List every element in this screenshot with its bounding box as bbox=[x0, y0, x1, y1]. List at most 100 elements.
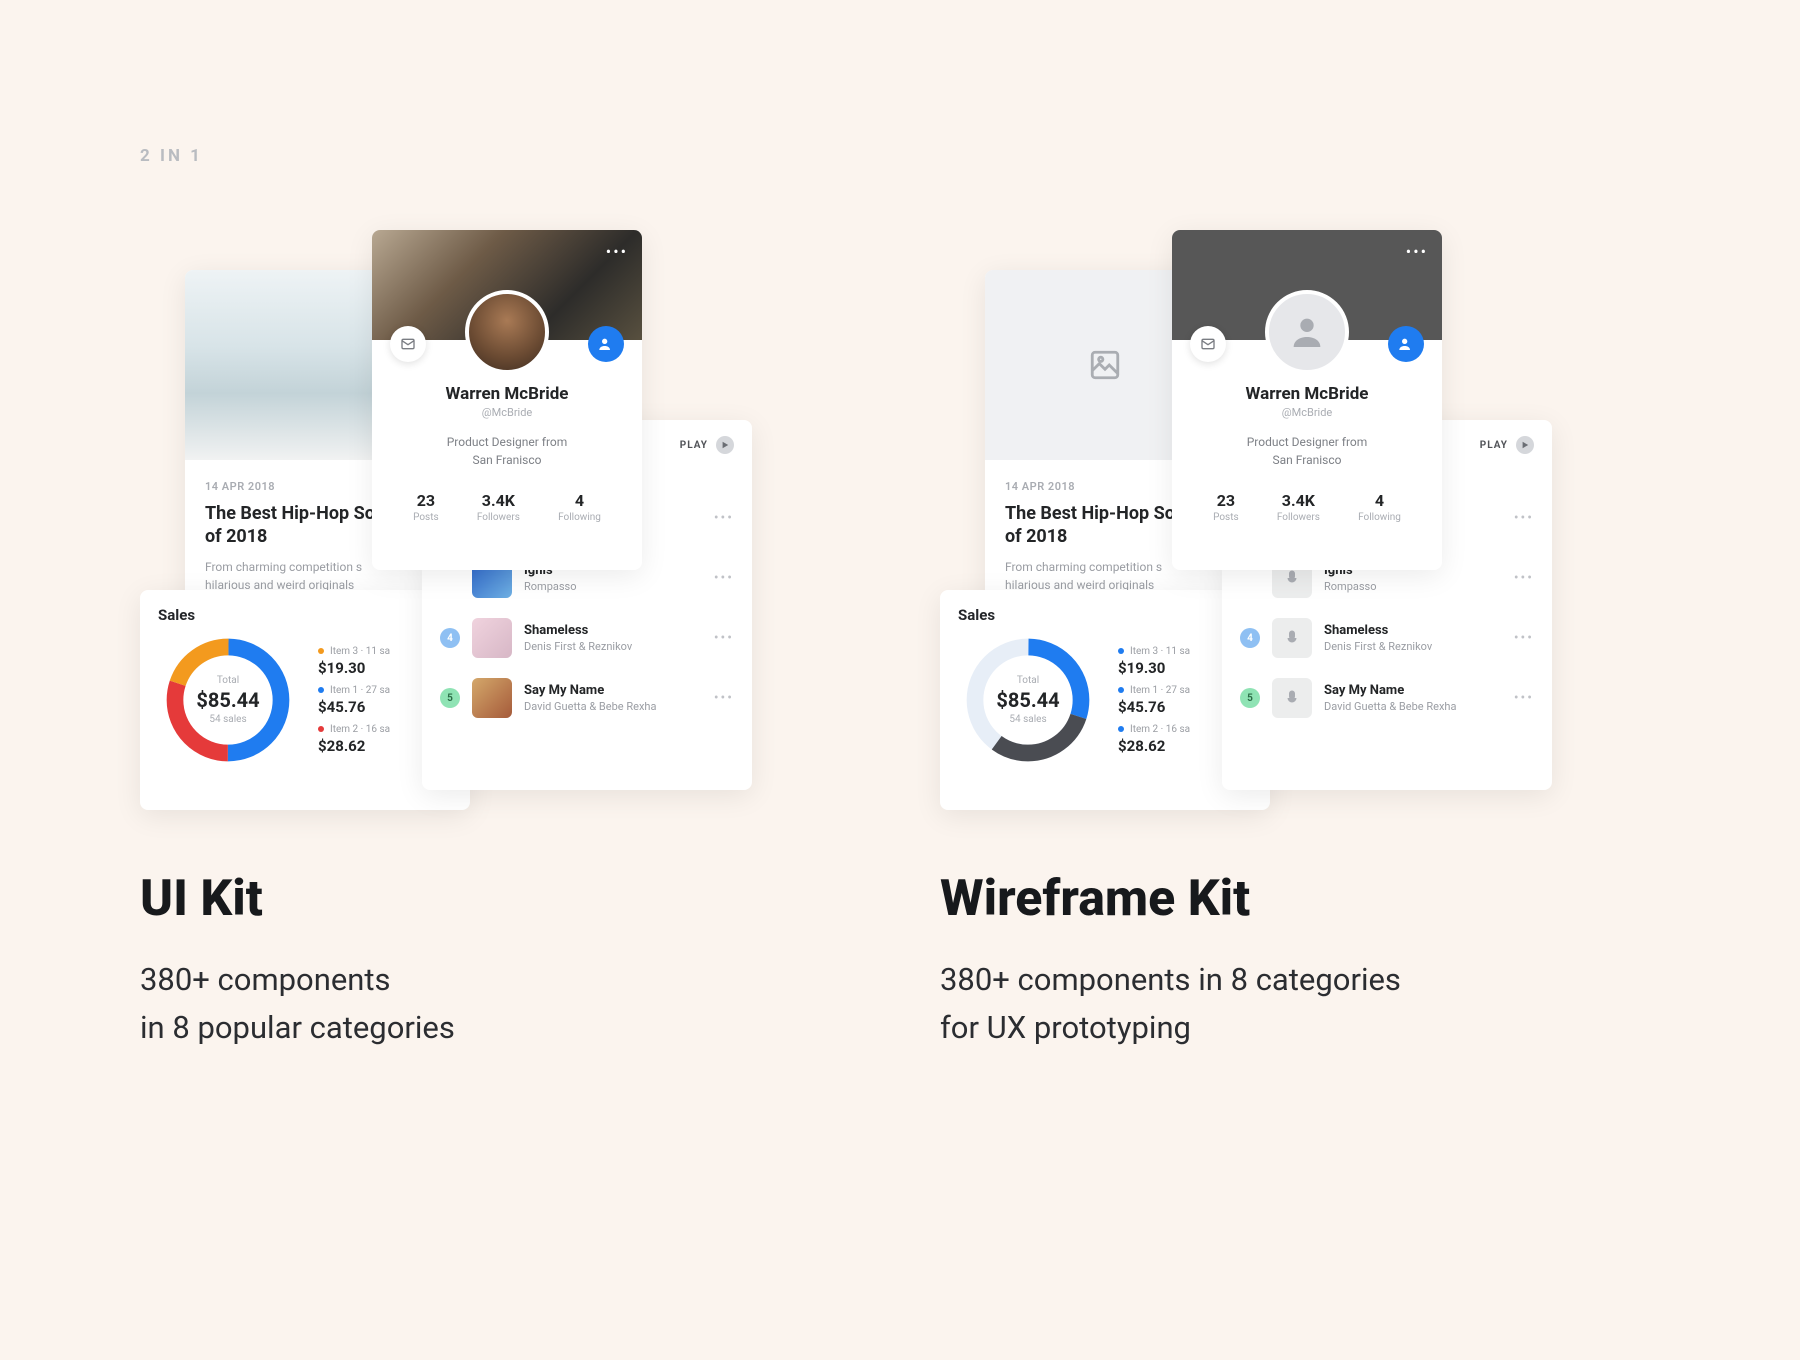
track-badge: 4 bbox=[1240, 628, 1260, 648]
stat-label: Posts bbox=[1213, 512, 1239, 523]
sales-legend: Item 3 · 11 sa $19.30 Item 1 · 27 sa $45… bbox=[318, 646, 390, 755]
sales-donut: Total $85.44 54 sales bbox=[958, 630, 1098, 770]
legend-value: $28.62 bbox=[1118, 737, 1190, 755]
legend-dot bbox=[1118, 687, 1124, 693]
stat-label: Followers bbox=[1277, 512, 1320, 523]
sales-total-sub: 54 sales bbox=[1009, 714, 1046, 725]
legend-dot bbox=[318, 687, 324, 693]
stat-value: 4 bbox=[1375, 491, 1384, 510]
track-artist: David Guetta & Bebe Rexha bbox=[1324, 700, 1502, 713]
profile-bio: San Franisco bbox=[1273, 453, 1342, 467]
sales-total: $85.44 bbox=[996, 688, 1059, 712]
track-more-icon[interactable]: ••• bbox=[714, 630, 734, 646]
track-row[interactable]: 4 ShamelessDenis First & Reznikov ••• bbox=[1222, 608, 1552, 668]
avatar bbox=[465, 290, 549, 374]
stat-value: 23 bbox=[1217, 491, 1235, 510]
sales-total-label: Total bbox=[217, 675, 239, 686]
headline-wireframe-kit: Wireframe Kit 380+ components in 8 categ… bbox=[940, 870, 1580, 1052]
message-button[interactable] bbox=[390, 326, 426, 362]
track-badge: 5 bbox=[1240, 688, 1260, 708]
headline-ui-kit: UI Kit 380+ components in 8 popular cate… bbox=[140, 870, 700, 1052]
profile-more-icon[interactable]: ••• bbox=[1406, 242, 1428, 261]
sales-donut: Total $85.44 54 sales bbox=[158, 630, 298, 770]
headline-title: Wireframe Kit bbox=[940, 870, 1580, 928]
track-more-icon[interactable]: ••• bbox=[1514, 570, 1534, 586]
track-row[interactable]: 4 Shameless Denis First & Reznikov ••• bbox=[422, 608, 752, 668]
legend-value: $45.76 bbox=[318, 698, 390, 716]
profile-card: ••• Warren McBride @McBride Product Desi… bbox=[1172, 230, 1442, 570]
track-title: Say My Name bbox=[1324, 683, 1502, 698]
profile-name: Warren McBride bbox=[388, 384, 626, 404]
legend-value: $28.62 bbox=[318, 737, 390, 755]
track-badge: 5 bbox=[440, 688, 460, 708]
legend-dot bbox=[318, 648, 324, 654]
headline-title: UI Kit bbox=[140, 870, 700, 928]
legend-label: Item 3 · 11 sa bbox=[330, 646, 390, 657]
sales-title: Sales bbox=[158, 606, 452, 624]
track-more-icon[interactable]: ••• bbox=[714, 690, 734, 706]
stat-value: 3.4K bbox=[482, 491, 515, 510]
cluster-ui-kit: 14 APR 2018 The Best Hip-Hop Songs of 20… bbox=[140, 210, 760, 790]
track-thumb bbox=[1272, 618, 1312, 658]
legend-dot bbox=[318, 726, 324, 732]
track-thumb bbox=[472, 678, 512, 718]
user-icon bbox=[1287, 312, 1327, 352]
stat-label: Followers bbox=[477, 512, 520, 523]
track-more-icon[interactable]: ••• bbox=[1514, 690, 1534, 706]
stat-label: Posts bbox=[413, 512, 439, 523]
track-thumb bbox=[472, 618, 512, 658]
play-icon[interactable] bbox=[1516, 436, 1534, 454]
track-artist: Denis First & Reznikov bbox=[524, 640, 702, 653]
legend-dot bbox=[1118, 726, 1124, 732]
headline-line: for UX prototyping bbox=[940, 1004, 1580, 1052]
profile-bio: Product Designer from bbox=[447, 435, 568, 449]
play-icon[interactable] bbox=[716, 436, 734, 454]
profile-more-icon[interactable]: ••• bbox=[606, 242, 628, 261]
legend-value: $19.30 bbox=[1118, 659, 1190, 677]
track-row[interactable]: 5 Say My Name David Guetta & Bebe Rexha •… bbox=[422, 668, 752, 728]
avatar-placeholder bbox=[1265, 290, 1349, 374]
profile-bio: San Franisco bbox=[473, 453, 542, 467]
track-artist: Denis First & Reznikov bbox=[1324, 640, 1502, 653]
track-title: Say My Name bbox=[524, 683, 702, 698]
legend-dot bbox=[1118, 648, 1124, 654]
play-all-label: PLAY bbox=[680, 440, 708, 451]
track-more-icon[interactable]: ••• bbox=[1514, 630, 1534, 646]
legend-label: Item 2 · 16 sa bbox=[330, 724, 390, 735]
track-more-icon[interactable]: ••• bbox=[714, 570, 734, 586]
profile-handle: @McBride bbox=[388, 406, 626, 419]
add-user-icon bbox=[1398, 336, 1414, 352]
play-all-label: PLAY bbox=[1480, 440, 1508, 451]
follow-button[interactable] bbox=[1388, 326, 1424, 362]
cluster-wireframe-kit: 14 APR 2018 The Best Hip-Hop Songs of 20… bbox=[940, 210, 1560, 790]
legend-label: Item 1 · 27 sa bbox=[330, 685, 390, 696]
track-badge: 4 bbox=[440, 628, 460, 648]
image-placeholder-icon bbox=[1088, 348, 1122, 382]
track-more-icon[interactable]: ••• bbox=[1514, 510, 1534, 526]
stat-value: 3.4K bbox=[1282, 491, 1315, 510]
track-thumb bbox=[1272, 678, 1312, 718]
track-title: Shameless bbox=[524, 623, 702, 638]
legend-value: $19.30 bbox=[318, 659, 390, 677]
profile-bio: Product Designer from bbox=[1247, 435, 1368, 449]
sales-total: $85.44 bbox=[196, 688, 259, 712]
stat-label: Following bbox=[558, 512, 601, 523]
legend-label: Item 2 · 16 sa bbox=[1130, 724, 1190, 735]
sales-title: Sales bbox=[958, 606, 1252, 624]
track-artist: David Guetta & Bebe Rexha bbox=[524, 700, 702, 713]
follow-button[interactable] bbox=[588, 326, 624, 362]
headline-line: 380+ components bbox=[140, 956, 700, 1004]
legend-value: $45.76 bbox=[1118, 698, 1190, 716]
sales-total-label: Total bbox=[1017, 675, 1039, 686]
sales-card: Sales Total $85.44 54 sales Item 3 · 11 … bbox=[140, 590, 470, 810]
message-button[interactable] bbox=[1190, 326, 1226, 362]
track-more-icon[interactable]: ••• bbox=[714, 510, 734, 526]
track-artist: Rompasso bbox=[1324, 580, 1502, 593]
track-row[interactable]: 5 Say My Name David Guetta & Bebe Rexha •… bbox=[1222, 668, 1552, 728]
track-artist: Rompasso bbox=[524, 580, 702, 593]
mail-icon bbox=[1200, 336, 1216, 352]
profile-handle: @McBride bbox=[1188, 406, 1426, 419]
sales-total-sub: 54 sales bbox=[209, 714, 246, 725]
stat-value: 4 bbox=[575, 491, 584, 510]
headline-line: in 8 popular categories bbox=[140, 1004, 700, 1052]
